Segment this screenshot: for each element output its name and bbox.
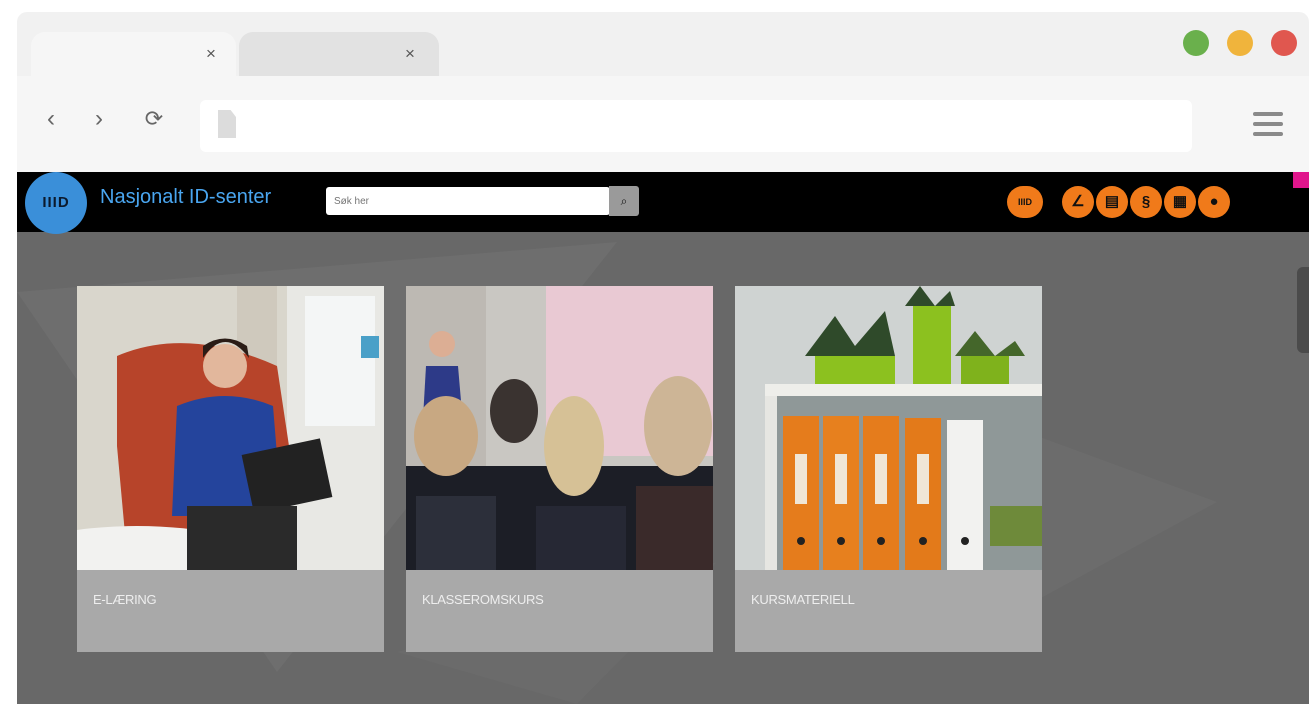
site-title[interactable]: Nasjonalt ID-senter bbox=[100, 186, 271, 209]
browser-tab-1[interactable]: × bbox=[31, 32, 236, 76]
card-klasseromskurs[interactable]: KLASSEROMSKURS bbox=[406, 286, 713, 652]
reload-button[interactable]: ⟳ bbox=[142, 104, 166, 134]
hamburger-menu-icon[interactable] bbox=[1253, 112, 1283, 142]
card-e-laering[interactable]: E-LÆRING bbox=[77, 286, 384, 652]
user-icon[interactable]: ● bbox=[1198, 186, 1230, 218]
search-box bbox=[326, 187, 612, 215]
card-label: E-LÆRING bbox=[93, 592, 157, 607]
card-image-binders-shelf bbox=[735, 286, 1042, 570]
back-button[interactable]: ‹ bbox=[39, 104, 63, 134]
card-image-classroom bbox=[406, 286, 713, 570]
window-controls bbox=[1183, 30, 1297, 56]
maximize-button[interactable] bbox=[1183, 30, 1209, 56]
search-input[interactable] bbox=[326, 187, 612, 215]
close-window-button[interactable] bbox=[1271, 30, 1297, 56]
documents-icon[interactable]: ▤ bbox=[1096, 186, 1128, 218]
tab-bar: × × bbox=[17, 12, 1309, 76]
card-kursmateriell[interactable]: KURSMATERIELL bbox=[735, 286, 1042, 652]
browser-tab-2[interactable]: × bbox=[239, 32, 439, 76]
navigation-bar: ‹ › ⟳ bbox=[17, 76, 1309, 172]
card-image-woman-with-laptop bbox=[77, 286, 384, 570]
site-logo[interactable]: IIID bbox=[25, 172, 87, 234]
iiid-icon[interactable]: IIID bbox=[1007, 186, 1043, 218]
browser-window: × × ‹ › ⟳ IIID Nasjonalt ID-senter Søk h… bbox=[17, 12, 1309, 704]
search-button[interactable]: ⌕ bbox=[609, 186, 639, 216]
corner-tab[interactable] bbox=[1293, 172, 1309, 188]
card-label: KURSMATERIELL bbox=[751, 592, 855, 607]
compass-icon[interactable]: ∠ bbox=[1062, 186, 1094, 218]
file-icon bbox=[218, 110, 236, 138]
page-viewport: IIID Nasjonalt ID-senter ⌕ IIID ∠ ▤ § ▦ … bbox=[17, 172, 1309, 704]
site-header: IIID Nasjonalt ID-senter ⌕ IIID ∠ ▤ § ▦ … bbox=[17, 172, 1309, 234]
close-tab-2-icon[interactable]: × bbox=[405, 45, 415, 63]
paragraph-icon[interactable]: § bbox=[1130, 186, 1162, 218]
card-label: KLASSEROMSKURS bbox=[422, 592, 544, 607]
address-bar[interactable] bbox=[200, 100, 1192, 152]
minimize-button[interactable] bbox=[1227, 30, 1253, 56]
calendar-icon[interactable]: ▦ bbox=[1164, 186, 1196, 218]
forward-button[interactable]: › bbox=[87, 104, 111, 134]
side-panel-handle[interactable] bbox=[1297, 267, 1309, 353]
close-tab-1-icon[interactable]: × bbox=[206, 45, 216, 63]
